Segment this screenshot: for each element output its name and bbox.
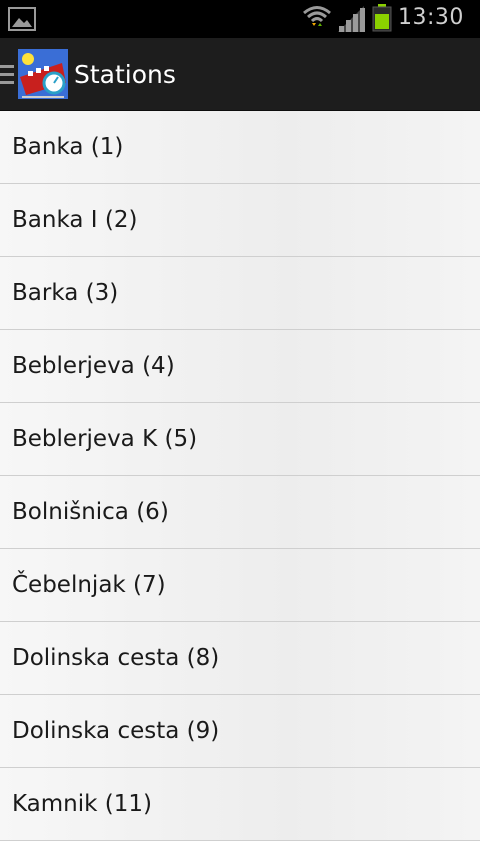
station-item[interactable]: Dolinska cesta (9) [0,695,480,768]
station-item[interactable]: Banka I (2) [0,184,480,257]
station-item[interactable]: Banka (1) [0,111,480,184]
station-item[interactable]: Beblerjeva (4) [0,330,480,403]
station-item[interactable]: Dolinska cesta (8) [0,622,480,695]
status-bar: 13:30 [0,0,480,38]
drawer-icon[interactable] [0,64,16,86]
gallery-icon [8,7,36,31]
app-logo[interactable] [18,49,68,99]
station-item[interactable]: Beblerjeva K (5) [0,403,480,476]
station-item[interactable]: Kamnik (11) [0,768,480,841]
wifi-icon [303,6,331,26]
signal-icon [338,6,365,32]
battery-icon [372,4,392,32]
page-title: Stations [74,60,176,89]
stations-list: Banka (1) Banka I (2) Barka (3) Beblerje… [0,111,480,841]
station-item[interactable]: Barka (3) [0,257,480,330]
action-bar: Stations [0,38,480,111]
station-item[interactable]: Čebelnjak (7) [0,549,480,622]
station-item[interactable]: Bolnišnica (6) [0,476,480,549]
status-clock: 13:30 [398,5,464,30]
